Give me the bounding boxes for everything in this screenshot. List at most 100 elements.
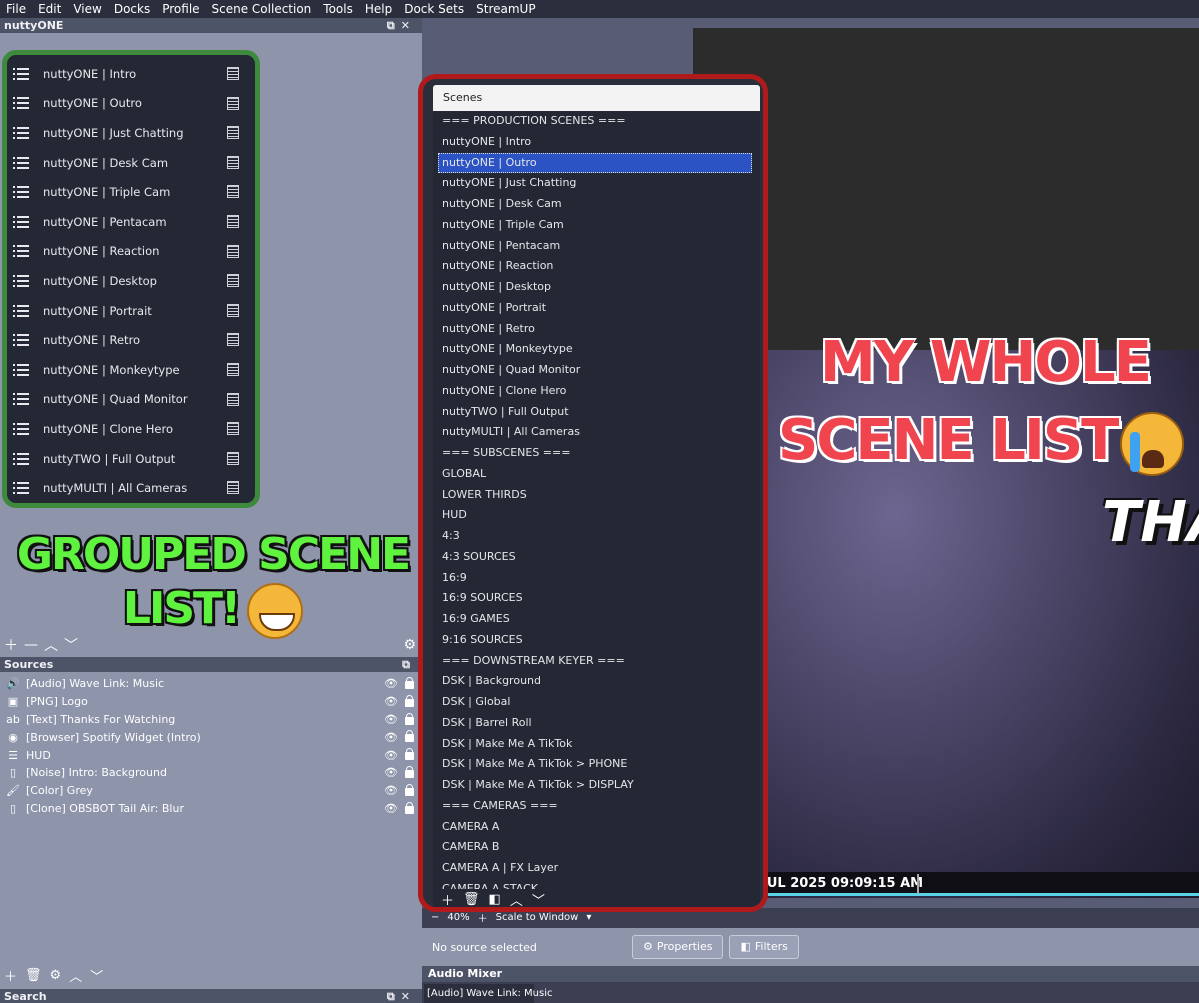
scene-item[interactable]: DSK | Make Me A TikTok > PHONE [433, 754, 760, 775]
menu-scene-collection[interactable]: Scene Collection [206, 0, 318, 18]
audio-mixer-tab[interactable]: [Audio] Wave Link: Music [424, 984, 553, 1003]
filter-icon[interactable] [227, 96, 239, 110]
scene-item[interactable]: nuttyONE | Portrait [7, 296, 255, 326]
filter-icon[interactable] [227, 333, 239, 347]
scene-item[interactable]: CAMERA A STACK [433, 879, 760, 889]
scene-item[interactable]: 16:9 SOURCES [433, 588, 760, 609]
source-row[interactable]: ab [Text] Thanks For Watching 👁 [0, 711, 422, 729]
source-row[interactable]: ▯ [Clone] OBSBOT Tail Air: Blur 👁 [0, 800, 422, 818]
scene-item[interactable]: GLOBAL [433, 464, 760, 485]
scene-item[interactable]: nuttyMULTI | All Cameras [433, 422, 760, 443]
scene-item[interactable]: CAMERA B [433, 837, 760, 858]
zoom-out-icon[interactable]: − [431, 912, 439, 923]
scene-item[interactable]: nuttyONE | Clone Hero [433, 381, 760, 402]
move-down-icon[interactable]: ﹀ [64, 635, 78, 655]
lock-icon[interactable] [405, 801, 414, 814]
filter-icon[interactable] [227, 126, 239, 140]
delete-source-icon[interactable]: 🗑 [25, 968, 42, 983]
scene-item[interactable]: nuttyONE | Desktop [433, 277, 760, 298]
scene-item[interactable]: LOWER THIRDS [433, 485, 760, 506]
menu-tools[interactable]: Tools [317, 0, 359, 18]
scene-item[interactable]: nuttyONE | Pentacam [433, 236, 760, 257]
filter-icon[interactable] [227, 451, 239, 465]
lock-icon[interactable] [405, 712, 414, 725]
selected-scene-item[interactable]: nuttyONE | Outro [438, 152, 752, 174]
scene-item[interactable]: nuttyONE | Intro [7, 59, 255, 89]
filter-icon[interactable] [227, 244, 239, 258]
eye-icon[interactable]: 👁 [384, 784, 398, 797]
scene-item[interactable]: nuttyONE | Reaction [433, 256, 760, 277]
filter-icon[interactable] [227, 481, 239, 495]
search-dock-controls[interactable]: ⧉✕ [387, 989, 416, 1003]
scene-item[interactable]: DSK | Make Me A TikTok > DISPLAY [433, 775, 760, 796]
scene-item[interactable]: 4:3 [433, 526, 760, 547]
menu-help[interactable]: Help [359, 0, 398, 18]
menu-docks[interactable]: Docks [108, 0, 156, 18]
menu-dock-sets[interactable]: Dock Sets [398, 0, 470, 18]
scene-item[interactable]: nuttyONE | Retro [433, 319, 760, 340]
menu-file[interactable]: File [0, 0, 32, 18]
scene-item[interactable]: nuttyONE | Desk Cam [433, 194, 760, 215]
lock-icon[interactable] [405, 677, 414, 689]
zoom-dropdown-icon[interactable]: ▾ [586, 912, 591, 923]
gear-icon[interactable]: ⚙ [403, 637, 416, 653]
move-up-icon[interactable]: ︿ [44, 635, 58, 655]
sources-dock-controls[interactable]: ⧉ [402, 657, 416, 672]
scene-item[interactable]: nuttyMULTI | All Cameras [7, 473, 255, 503]
scene-item[interactable]: nuttyONE | Quad Monitor [7, 385, 255, 415]
scene-item[interactable]: DSK | Background [433, 671, 760, 692]
source-row[interactable]: ☰ HUD 👁 [0, 746, 422, 764]
source-row[interactable]: ◉ [Browser] Spotify Widget (Intro) 👁 [0, 728, 422, 746]
menu-streamup[interactable]: StreamUP [470, 0, 541, 18]
scene-item[interactable]: nuttyONE | Desk Cam [7, 148, 255, 178]
filter-icon[interactable] [227, 274, 239, 288]
filter-icon[interactable] [227, 303, 239, 317]
scene-item[interactable]: nuttyONE | Retro [7, 325, 255, 355]
dock-controls[interactable]: ⧉✕ [387, 18, 416, 33]
scene-item[interactable]: nuttyTWO | Full Output [433, 402, 760, 423]
scene-item[interactable]: === PRODUCTION SCENES === [433, 111, 760, 132]
scene-item[interactable]: CAMERA A [433, 817, 760, 838]
scene-item[interactable]: HUD [433, 505, 760, 526]
scene-item[interactable]: DSK | Barrel Roll [433, 713, 760, 734]
add-source-icon[interactable]: ＋ [4, 966, 17, 985]
filter-icon[interactable] [227, 67, 239, 80]
move-down-icon[interactable]: ﹀ [532, 890, 545, 908]
scene-item[interactable]: nuttyONE | Portrait [433, 298, 760, 319]
scene-item[interactable]: 16:9 GAMES [433, 609, 760, 630]
eye-icon[interactable]: 👁 [384, 766, 398, 779]
scene-item[interactable]: nuttyONE | Monkeytype [7, 355, 255, 385]
filter-icon[interactable] [227, 362, 239, 376]
properties-button[interactable]: ⚙ Properties [632, 935, 724, 959]
filter-icon[interactable] [227, 422, 239, 436]
menu-edit[interactable]: Edit [32, 0, 67, 18]
eye-icon[interactable]: 👁 [384, 749, 398, 762]
menu-profile[interactable]: Profile [156, 0, 205, 18]
eye-icon[interactable]: 👁 [384, 802, 398, 815]
scene-item[interactable]: === CAMERAS === [433, 796, 760, 817]
source-row[interactable]: 🔊 [Audio] Wave Link: Music 👁 [0, 675, 422, 693]
eye-icon[interactable]: 👁 [384, 677, 398, 690]
scene-item[interactable]: nuttyONE | Intro [433, 132, 760, 153]
source-row[interactable]: ▣ [PNG] Logo 👁 [0, 693, 422, 711]
scene-item[interactable]: nuttyONE | Desktop [7, 266, 255, 296]
eye-icon[interactable]: 👁 [384, 731, 398, 744]
menu-view[interactable]: View [67, 0, 107, 18]
filters-button[interactable]: ◧ Filters [729, 935, 799, 959]
zoom-mode[interactable]: Scale to Window [496, 912, 579, 923]
add-scene-icon[interactable]: ＋ [4, 635, 18, 655]
move-up-icon[interactable]: ︿ [510, 890, 523, 908]
scene-item[interactable]: DSK | Make Me A TikTok [433, 734, 760, 755]
lock-icon[interactable] [405, 730, 414, 743]
filter-icon[interactable]: ◧ [489, 892, 501, 907]
remove-scene-icon[interactable]: — [24, 637, 38, 653]
lock-icon[interactable] [405, 694, 414, 707]
lock-icon[interactable] [405, 783, 414, 796]
scene-item[interactable]: nuttyONE | Triple Cam [433, 215, 760, 236]
scene-item[interactable]: nuttyONE | Triple Cam [7, 177, 255, 207]
eye-icon[interactable]: 👁 [384, 695, 398, 708]
scene-item[interactable]: DSK | Global [433, 692, 760, 713]
scene-item[interactable]: nuttyONE | Reaction [7, 237, 255, 267]
move-up-icon[interactable]: ︿ [69, 966, 82, 985]
filter-icon[interactable] [227, 155, 239, 169]
